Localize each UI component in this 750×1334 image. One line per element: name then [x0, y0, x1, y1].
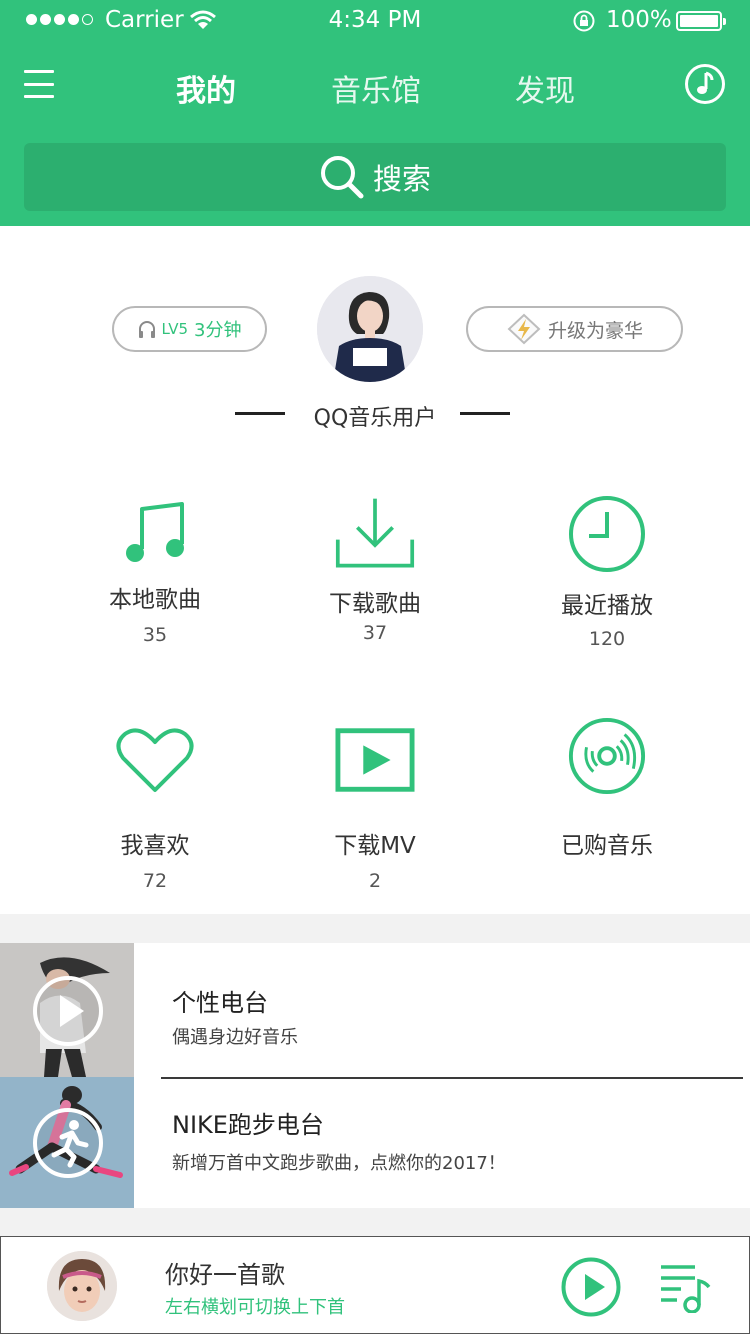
search-label: 搜索	[372, 162, 431, 196]
top-nav: 我的 音乐馆 发现	[0, 50, 750, 124]
user-avatar-image	[317, 276, 423, 382]
radio-title: 个性电台	[172, 989, 268, 1017]
radio-subtitle: 偶遇身边好音乐	[172, 1027, 298, 1048]
download-icon	[335, 494, 415, 574]
video-play-icon	[335, 720, 415, 800]
search-icon	[320, 156, 364, 199]
play-circle-icon	[33, 976, 103, 1046]
grid-label: 下载MV	[334, 833, 416, 859]
clock-icon	[567, 494, 647, 574]
radio-title: NIKE跑步电台	[172, 1111, 324, 1139]
grid-count: 37	[362, 622, 388, 644]
divider-right	[460, 412, 510, 415]
battery-icon	[676, 11, 726, 31]
radio-item-nike[interactable]: NIKE跑步电台 新增万首中文跑步歌曲，点燃你的2017！	[0, 1077, 750, 1208]
heart-icon	[115, 720, 195, 800]
grid-purchased-music[interactable]: 已购音乐	[507, 717, 707, 880]
grid-count: 2	[368, 870, 382, 892]
album-cover-image	[47, 1251, 117, 1321]
tab-discover[interactable]: 发现	[515, 66, 575, 110]
level-badge-button[interactable]: LV5 3分钟	[112, 306, 267, 352]
radio-thumbnail	[0, 1077, 134, 1208]
upgrade-vip-button[interactable]: 升级为豪华	[466, 306, 683, 352]
grid-count: 35	[142, 624, 168, 646]
grid-recent-plays[interactable]: 最近播放 120	[507, 494, 707, 654]
mini-player[interactable]: 你好一首歌 左右横划可切换上下首	[0, 1236, 750, 1334]
grid-count: 120	[588, 628, 626, 650]
grid-favorites[interactable]: 我喜欢 72	[55, 720, 255, 892]
level-text: LV5	[161, 320, 189, 338]
menu-icon[interactable]	[24, 70, 54, 98]
runner-icon	[33, 1108, 103, 1178]
playlist-icon[interactable]	[659, 1263, 711, 1313]
grid-label: 已购音乐	[561, 833, 653, 859]
grid-label: 我喜欢	[120, 833, 190, 859]
grid-downloaded-songs[interactable]: 下载歌曲 37	[275, 494, 475, 654]
rotation-lock-icon	[573, 10, 595, 32]
play-button[interactable]	[561, 1257, 621, 1317]
now-playing-button[interactable]	[685, 64, 725, 104]
listen-time: 3分钟	[194, 320, 242, 341]
radio-list: 个性电台 偶遇身边好音乐 NIKE跑步电台 新增万首中文跑步歌曲，点燃你的201…	[0, 943, 750, 1208]
username[interactable]: QQ音乐用户	[0, 400, 750, 432]
grid-local-songs[interactable]: 本地歌曲 35	[55, 494, 255, 654]
album-cover[interactable]	[47, 1251, 117, 1321]
music-note-icon	[115, 494, 195, 574]
grid-label: 最近播放	[561, 593, 653, 619]
battery-percent: 100%	[606, 7, 672, 33]
grid-downloaded-mv[interactable]: 下载MV 2	[275, 720, 475, 892]
username-row: QQ音乐用户	[0, 400, 750, 431]
radio-item-personal[interactable]: 个性电台 偶遇身边好音乐	[0, 943, 750, 1077]
lightning-diamond-icon	[507, 313, 541, 345]
grid-label: 本地歌曲	[109, 587, 201, 613]
grid-label: 下载歌曲	[329, 591, 421, 617]
swipe-hint: 左右横划可切换上下首	[165, 1297, 345, 1318]
user-avatar[interactable]	[317, 276, 423, 382]
tab-mine[interactable]: 我的	[176, 66, 236, 110]
music-note-icon	[697, 71, 714, 94]
grid-count: 72	[142, 870, 168, 892]
radio-subtitle: 新增万首中文跑步歌曲，点燃你的2017！	[172, 1153, 506, 1174]
status-bar: Carrier 4:34 PM 100%	[0, 0, 750, 40]
song-title: 你好一首歌	[165, 1261, 285, 1289]
tab-music-hall[interactable]: 音乐馆	[331, 66, 421, 110]
search-bar[interactable]: 搜索	[24, 143, 726, 211]
radio-thumbnail	[0, 943, 134, 1077]
headphones-icon	[138, 321, 155, 338]
profile-section: LV5 3分钟 升级为豪华 QQ音乐用户 本地歌曲 35 下载歌曲 37 最近播…	[0, 226, 750, 914]
vinyl-disc-icon	[567, 716, 647, 796]
top-header: Carrier 4:34 PM 100% 我的 音乐馆 发现 搜索	[0, 0, 750, 226]
upgrade-label: 升级为豪华	[547, 319, 643, 342]
